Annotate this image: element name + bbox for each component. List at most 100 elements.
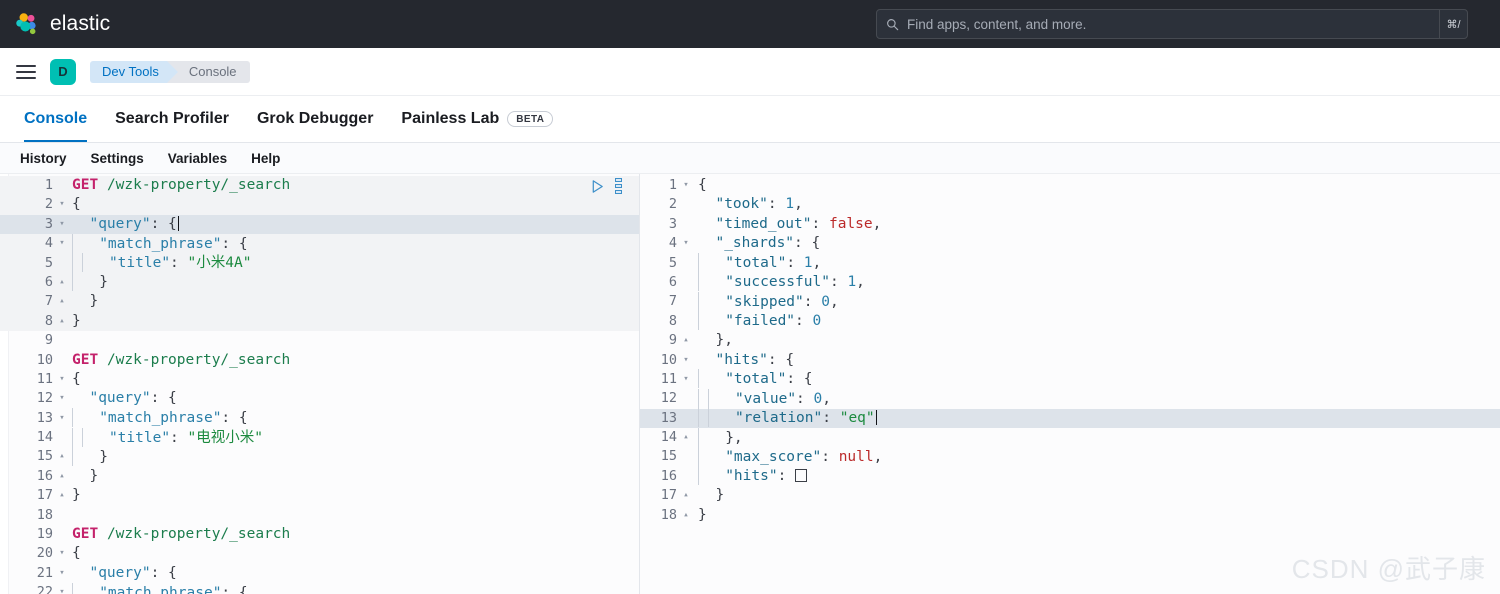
code-line[interactable]: 17▴} <box>0 486 639 505</box>
global-search-bar[interactable]: Find apps, content, and more. ⌘/ <box>876 9 1468 39</box>
code-line[interactable]: 4▾ "_shards": { <box>640 234 1500 253</box>
request-editor-pane[interactable]: 1GET /wzk-property/_search2▾{3▾ "query":… <box>0 174 640 594</box>
code-line[interactable]: 19GET /wzk-property/_search <box>0 525 639 544</box>
code-line[interactable]: 21▾ "query": { <box>0 564 639 583</box>
code-token <box>699 430 725 446</box>
fold-toggle-icon[interactable]: ▾ <box>56 234 68 253</box>
code-line[interactable]: 8▴} <box>0 312 639 331</box>
code-token: "match_phrase" <box>99 236 221 252</box>
code-token: { <box>72 371 81 387</box>
fold-toggle-icon[interactable]: ▾ <box>56 544 68 563</box>
code-line[interactable]: 3 "timed_out": false, <box>640 215 1500 234</box>
code-line-text: "value": 0, <box>692 389 831 409</box>
fold-toggle-icon[interactable]: ▾ <box>56 215 68 234</box>
fold-toggle-icon[interactable]: ▴ <box>680 428 692 447</box>
code-line[interactable]: 6 "successful": 1, <box>640 273 1500 292</box>
submenu-item-history[interactable]: History <box>10 151 77 166</box>
code-line[interactable]: 11▾ "total": { <box>640 370 1500 389</box>
breadcrumb-item-dev-tools[interactable]: Dev Tools <box>90 61 168 83</box>
code-token <box>73 274 99 290</box>
code-line[interactable]: 18 <box>0 506 639 525</box>
response-pane[interactable]: 1▾{2 "took": 1,3 "timed_out": false,4▾ "… <box>640 174 1500 594</box>
code-line[interactable]: 14▴ }, <box>640 428 1500 447</box>
code-line[interactable]: 9▴ }, <box>640 331 1500 350</box>
code-line[interactable]: 11▾{ <box>0 370 639 389</box>
code-line[interactable]: 2▾{ <box>0 195 639 214</box>
fold-toggle-icon[interactable]: ▴ <box>56 273 68 292</box>
console-submenu: History Settings Variables Help <box>0 143 1500 174</box>
code-line[interactable]: 1▾{ <box>640 176 1500 195</box>
fold-toggle-icon[interactable]: ▴ <box>680 331 692 350</box>
fold-toggle-icon[interactable]: ▾ <box>56 409 68 428</box>
space-avatar[interactable]: D <box>50 59 76 85</box>
fold-toggle-icon[interactable]: ▾ <box>56 564 68 583</box>
code-line[interactable]: 20▾{ <box>0 544 639 563</box>
code-line[interactable]: 17▴ } <box>640 486 1500 505</box>
code-token: 0 <box>814 391 823 407</box>
tab-grok-debugger[interactable]: Grok Debugger <box>243 96 387 142</box>
fold-toggle-icon[interactable]: ▴ <box>56 467 68 486</box>
fold-toggle-icon[interactable]: ▾ <box>56 195 68 214</box>
play-send-request-icon[interactable] <box>590 179 605 194</box>
code-line[interactable]: 10▾ "hits": { <box>640 351 1500 370</box>
tab-console[interactable]: Console <box>10 96 101 142</box>
fold-toggle-icon[interactable]: ▴ <box>56 486 68 505</box>
brand[interactable]: elastic <box>14 11 110 37</box>
code-line[interactable]: 14 "title": "电视小米" <box>0 428 639 447</box>
tab-painless-lab[interactable]: Painless Lab BETA <box>387 96 567 142</box>
fold-toggle-icon[interactable]: ▴ <box>56 292 68 311</box>
code-line[interactable]: 6▴ } <box>0 273 639 292</box>
code-line[interactable]: 16 "hits": <box>640 467 1500 486</box>
code-line[interactable]: 4▾ "match_phrase": { <box>0 234 639 253</box>
code-line[interactable]: 9 <box>0 331 639 350</box>
fold-toggle-icon[interactable]: ▾ <box>680 370 692 389</box>
fold-toggle-icon[interactable]: ▾ <box>56 370 68 389</box>
code-line[interactable]: 2 "took": 1, <box>640 195 1500 214</box>
code-line[interactable]: 13 "relation": "eq" <box>640 409 1500 428</box>
code-token: : <box>170 255 187 271</box>
code-line[interactable]: 15▴ } <box>0 447 639 466</box>
code-token: : <box>778 468 795 484</box>
code-line[interactable]: 5 "total": 1, <box>640 254 1500 273</box>
fold-toggle-icon[interactable]: ▴ <box>56 447 68 466</box>
code-token: } <box>99 274 108 290</box>
code-line[interactable]: 12▾ "query": { <box>0 389 639 408</box>
fold-toggle-icon[interactable]: ▾ <box>56 583 68 594</box>
code-line[interactable]: 22▾ "match_phrase": { <box>0 583 639 594</box>
code-line[interactable]: 8 "failed": 0 <box>640 312 1500 331</box>
code-line[interactable]: 7▴ } <box>0 292 639 311</box>
code-token: : <box>804 294 821 310</box>
tab-search-profiler[interactable]: Search Profiler <box>101 96 243 142</box>
code-line[interactable]: 7 "skipped": 0, <box>640 292 1500 311</box>
submenu-item-help[interactable]: Help <box>241 151 290 166</box>
fold-toggle-icon[interactable]: ▾ <box>680 351 692 370</box>
code-line[interactable]: 5 "title": "小米4A" <box>0 254 639 273</box>
code-line-text: "successful": 1, <box>692 272 865 292</box>
fold-toggle-icon[interactable]: ▴ <box>56 312 68 331</box>
submenu-item-settings[interactable]: Settings <box>81 151 154 166</box>
code-line[interactable]: 12 "value": 0, <box>640 389 1500 408</box>
fold-toggle-icon[interactable]: ▴ <box>680 486 692 505</box>
fold-toggle-icon[interactable]: ▴ <box>680 506 692 525</box>
breadcrumb-item-console[interactable]: Console <box>167 61 250 83</box>
code-line[interactable]: 1GET /wzk-property/_search <box>0 176 639 195</box>
fold-toggle-icon[interactable]: ▾ <box>680 234 692 253</box>
code-line[interactable]: 16▴ } <box>0 467 639 486</box>
code-line-text: } <box>68 272 108 292</box>
hamburger-menu-icon[interactable] <box>16 65 36 79</box>
code-line[interactable]: 18▴} <box>640 506 1500 525</box>
submenu-item-variables[interactable]: Variables <box>158 151 237 166</box>
code-line[interactable]: 15 "max_score": null, <box>640 447 1500 466</box>
wrench-actions-icon[interactable] <box>615 178 623 194</box>
tab-bar: Console Search Profiler Grok Debugger Pa… <box>0 96 1500 143</box>
fold-toggle-icon[interactable]: ▾ <box>56 389 68 408</box>
request-editor-code[interactable]: 1GET /wzk-property/_search2▾{3▾ "query":… <box>0 174 639 594</box>
code-token <box>73 410 99 426</box>
code-line[interactable]: 13▾ "match_phrase": { <box>0 409 639 428</box>
code-line[interactable]: 3▾ "query": { <box>0 215 639 234</box>
code-token: "title" <box>109 430 170 446</box>
fold-toggle-icon[interactable]: ▾ <box>680 176 692 195</box>
code-line[interactable]: 10GET /wzk-property/_search <box>0 351 639 370</box>
line-number: 10 <box>640 351 680 370</box>
tab-search-profiler-label: Search Profiler <box>115 110 229 128</box>
